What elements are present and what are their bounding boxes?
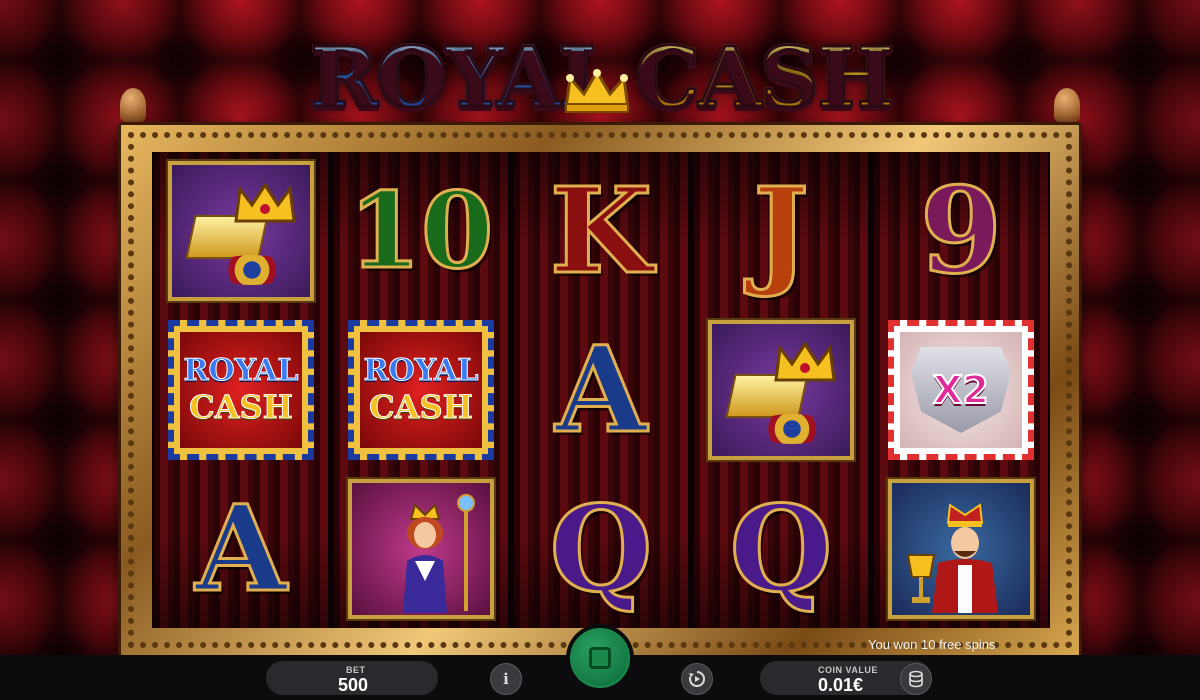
symbol-treasure: [706, 315, 856, 465]
symbol-jack-letter: J: [706, 156, 856, 306]
ten-letter: 10: [347, 169, 495, 293]
ace-letter: A: [554, 319, 649, 459]
symbol-multiplier: X2: [886, 315, 1036, 465]
wild-text-cash: CASH: [189, 388, 294, 427]
crown-icon: [564, 69, 630, 113]
queen-figure-icon: [403, 502, 447, 613]
symbol-ace: A: [526, 315, 676, 465]
gold-goblet-icon: [906, 553, 936, 603]
wild-text-royal: ROYAL: [183, 353, 299, 389]
stop-icon: [589, 647, 611, 669]
info-icon: i: [503, 670, 509, 688]
symbol-wild: ROYAL CASH: [166, 315, 316, 465]
coins-button[interactable]: [900, 663, 932, 695]
symbol-ten: 10: [346, 156, 496, 306]
king-figure-icon: [932, 502, 998, 613]
crown-icon: [774, 341, 836, 382]
win-message: You won 10 free spins: [868, 637, 996, 652]
bet-value: 500: [338, 675, 369, 695]
bet-selector[interactable]: BET 500: [266, 661, 438, 695]
spin-button-face: [570, 628, 630, 688]
symbol-ace: A: [166, 474, 316, 624]
coin-value: 0.01€: [818, 675, 864, 695]
symbol-king: [886, 474, 1036, 624]
crown-icon: [234, 182, 296, 223]
reel-5: 9 X2: [874, 152, 1048, 628]
wild-text-royal: ROYAL: [363, 353, 479, 389]
scepter-icon: [457, 493, 475, 611]
logo-word-cash: CASH: [634, 29, 897, 128]
jewels-icon: [752, 413, 832, 444]
bet-label: BET: [346, 665, 366, 675]
multiplier-text: X2: [932, 367, 990, 413]
symbol-queen: [346, 474, 496, 624]
jack-letter: J: [752, 161, 811, 301]
reel-1: ROYAL CASH A: [154, 152, 328, 628]
queen-tile: [348, 478, 494, 619]
reel-area: ROYAL CASH A 10 ROYAL CASH K A Q J Q 9 X…: [152, 152, 1050, 628]
wild-tile: ROYAL CASH: [348, 319, 494, 460]
frame-finial-right: [1054, 88, 1080, 122]
info-button[interactable]: i: [490, 663, 522, 695]
symbol-treasure: [166, 156, 316, 306]
coins-icon: [909, 670, 923, 688]
game-logo: ROYAL CASH: [290, 28, 897, 128]
wild-text-cash: CASH: [369, 388, 474, 427]
symbol-nine: 9: [886, 156, 1036, 306]
treasure-tile: [168, 161, 314, 302]
symbol-king-letter: K: [526, 156, 676, 306]
queen-letter: Q: [548, 478, 654, 618]
king-letter: K: [548, 161, 654, 301]
multiplier-tile: X2: [888, 319, 1034, 460]
reel-4: J Q: [694, 152, 868, 628]
ace-letter: A: [194, 478, 289, 618]
coin-value-label: COIN VALUE: [818, 665, 878, 675]
reel-3: K A Q: [514, 152, 688, 628]
queen-letter: Q: [728, 478, 834, 618]
treasure-tile: [708, 319, 854, 460]
nine-letter: 9: [918, 161, 1003, 301]
frame-finial-left: [120, 88, 146, 122]
symbol-wild: ROYAL CASH: [346, 315, 496, 465]
reel-2: 10 ROYAL CASH: [334, 152, 508, 628]
king-tile: [888, 478, 1034, 619]
symbol-queen-letter: Q: [526, 474, 676, 624]
wild-tile: ROYAL CASH: [168, 319, 314, 460]
jewels-icon: [212, 255, 292, 286]
shield-icon: X2: [911, 346, 1011, 433]
autoplay-button[interactable]: [681, 663, 713, 695]
symbol-queen-letter: Q: [706, 474, 856, 624]
autoplay-icon: [689, 670, 706, 687]
spin-button[interactable]: [566, 624, 634, 692]
